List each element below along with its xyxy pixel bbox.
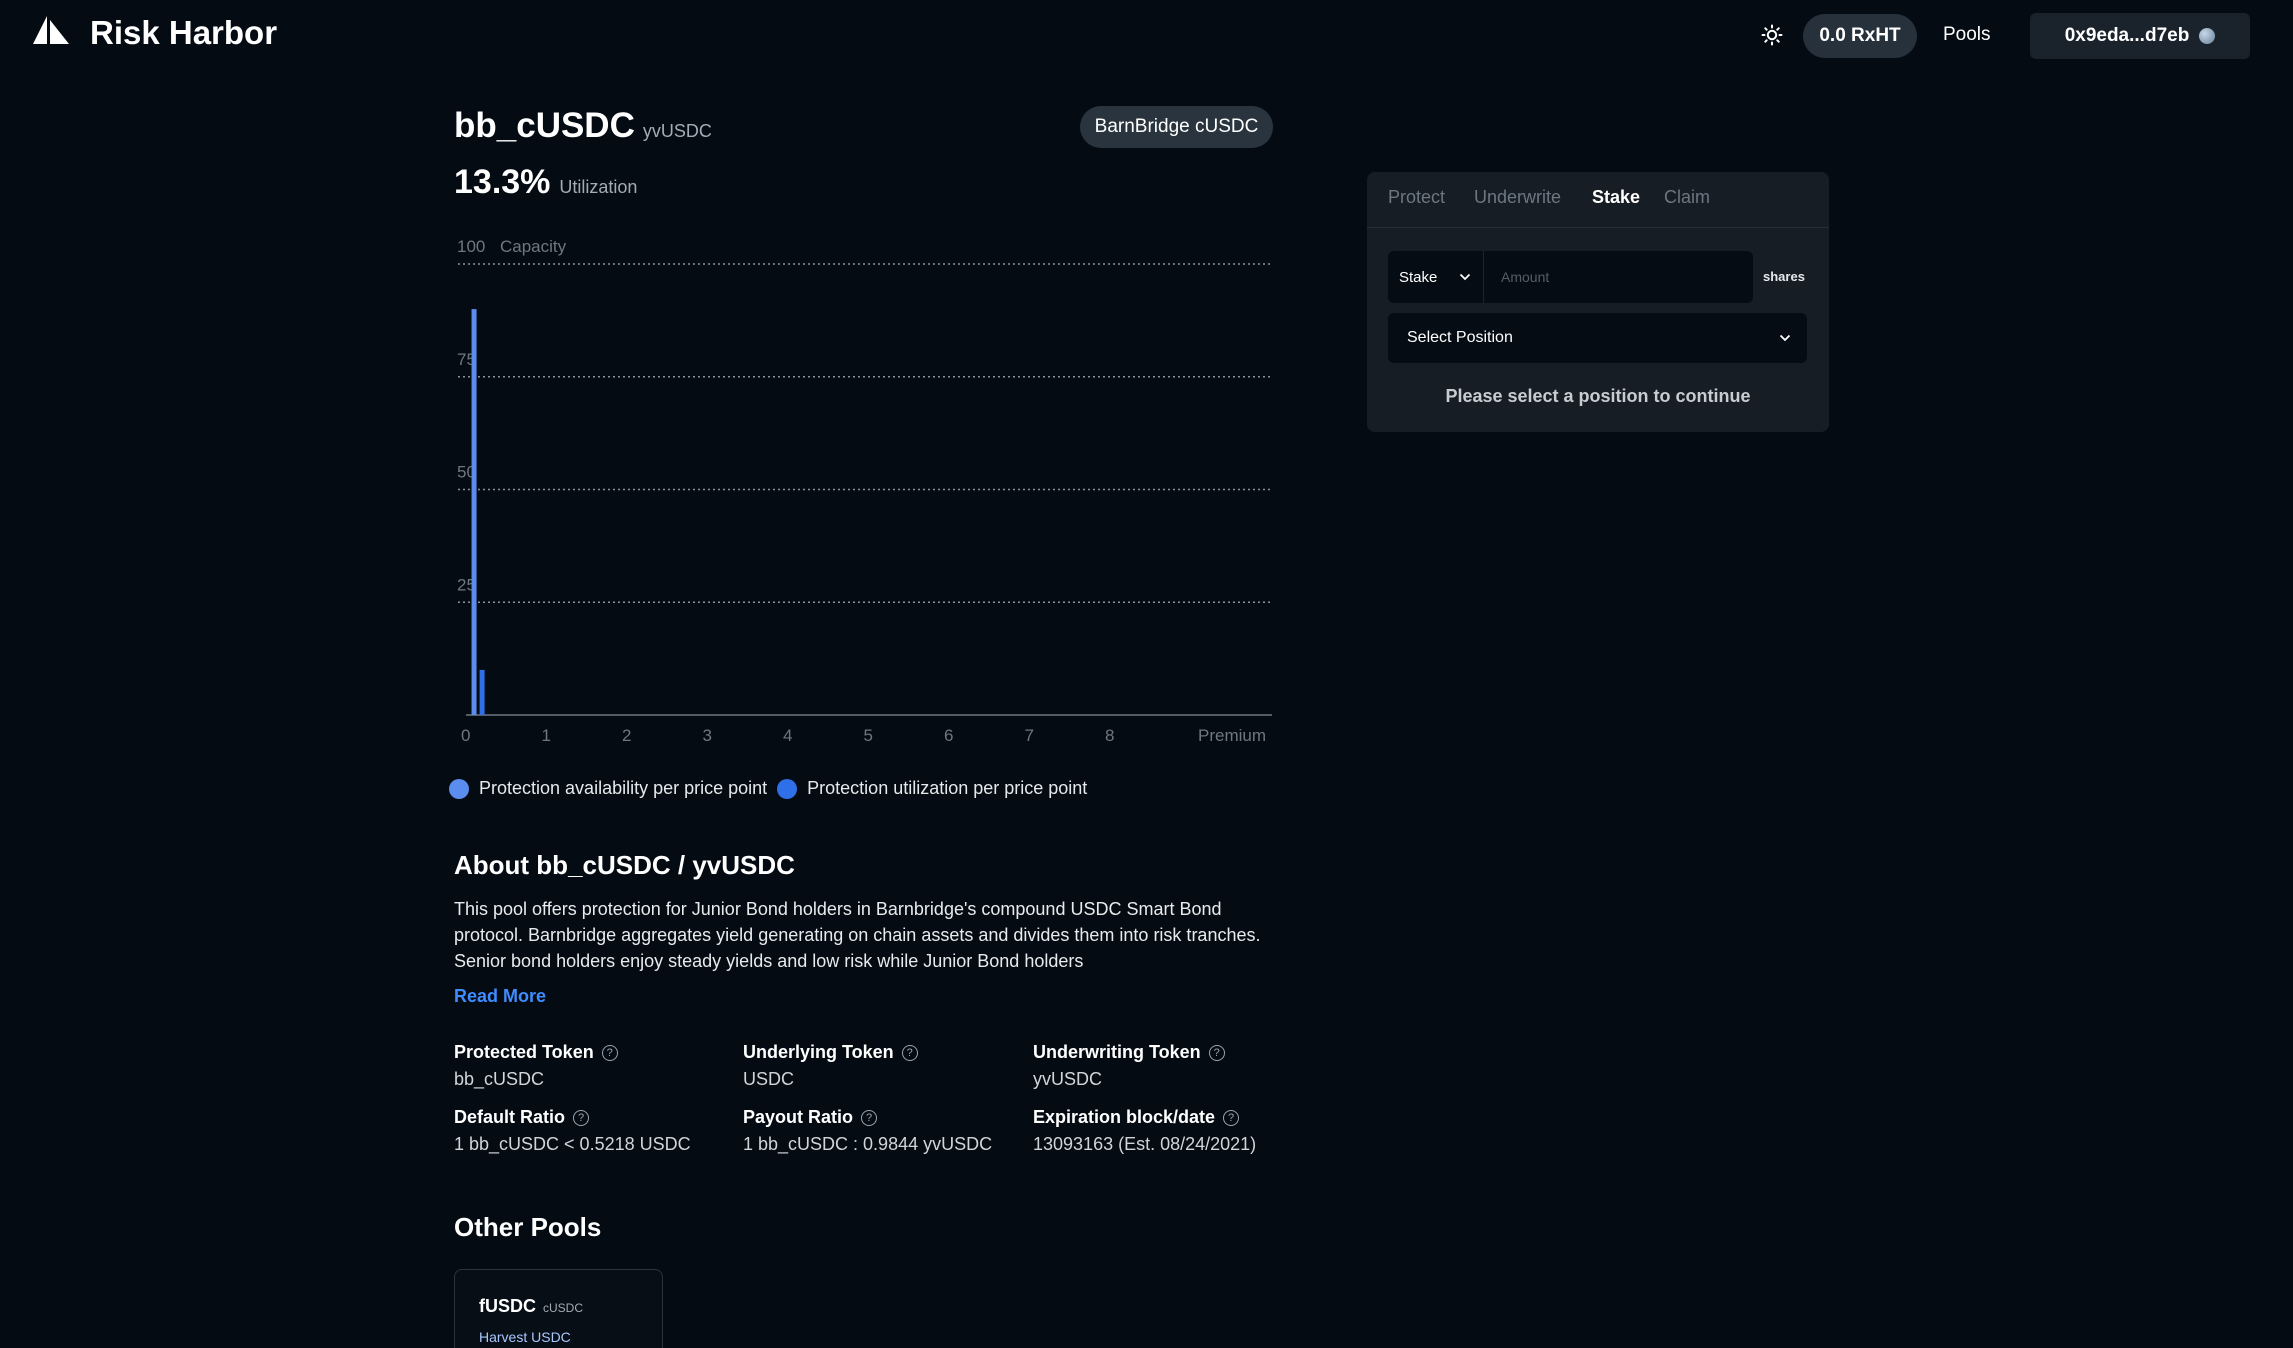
position-select[interactable]: Select Position	[1388, 313, 1807, 363]
expiration-label: Expiration block/date	[1033, 1107, 1216, 1127]
wallet-address: 0x9eda...d7eb	[2064, 25, 2190, 46]
x-tick-label: 4	[783, 726, 792, 745]
read-more-link[interactable]: Read More	[454, 986, 546, 1007]
utilization-dot-icon	[777, 778, 798, 799]
help-icon[interactable]: ?	[1223, 1109, 1240, 1126]
x-tick-label: 1	[542, 726, 551, 745]
x-axis-label: Premium	[1198, 726, 1266, 745]
tab-protect[interactable]: Protect	[1388, 187, 1445, 208]
tab-underwrite[interactable]: Underwrite	[1474, 187, 1561, 208]
pools-nav-link[interactable]: Pools	[1943, 24, 1991, 46]
wallet-avatar-icon	[2199, 28, 2216, 44]
underlying-token-value: USDC	[743, 1069, 795, 1089]
token-balance-button[interactable]: 0.0 RxHT	[1803, 14, 1917, 58]
chart-legend: Protection availability per price point …	[449, 778, 1097, 799]
payout-ratio-label: Payout Ratio	[743, 1107, 854, 1127]
protocol-badge: BarnBridge cUSDC	[1080, 106, 1273, 148]
legend-label-availability: Protection availability per price point	[479, 778, 768, 798]
payout-ratio-info: Payout Ratio? 1 bb_cUSDC : 0.9844 yvUSDC	[743, 1107, 1033, 1155]
brand-name: Risk Harbor	[90, 14, 278, 51]
pool-card-token: fUSDC	[479, 1296, 536, 1316]
top-nav-bar: Risk Harbor 0.0 RxHT Pools 0x9eda...d7eb	[0, 0, 2293, 72]
tab-stake[interactable]: Stake	[1592, 187, 1640, 208]
underwriting-token-info: Underwriting Token? yvUSDC	[1033, 1042, 1323, 1090]
underlying-token-info: Underlying Token? USDC	[743, 1042, 1033, 1090]
theme-toggle-button[interactable]	[1758, 21, 1786, 49]
position-select-value: Select Position	[1407, 329, 1513, 346]
amount-input[interactable]	[1484, 251, 1753, 303]
pool-title: bb_cUSDC yvUSDC	[454, 106, 712, 146]
x-tick-label: 2	[622, 726, 631, 745]
stake-input-row: Stake	[1388, 251, 1753, 303]
stake-action-select[interactable]: Stake	[1388, 251, 1484, 303]
x-tick-label: 0	[461, 726, 470, 745]
default-ratio-value: 1 bb_cUSDC < 0.5218 USDC	[454, 1134, 691, 1154]
sail-icon	[33, 16, 69, 44]
utilization-label: Utilization	[559, 177, 638, 197]
expiration-value: 13093163 (Est. 08/24/2021)	[1033, 1134, 1257, 1154]
pool-name: bb_cUSDC	[454, 106, 635, 145]
default-ratio-info: Default Ratio? 1 bb_cUSDC < 0.5218 USDC	[454, 1107, 744, 1155]
brand-logo[interactable]: Risk Harbor	[31, 14, 277, 51]
x-tick-label: 5	[864, 726, 873, 745]
x-tick-label: 6	[944, 726, 953, 745]
help-icon[interactable]: ?	[573, 1109, 590, 1126]
legend-item-utilization: Protection utilization per price point	[777, 778, 1087, 799]
action-tabs: Protect Underwrite Stake Claim	[1367, 172, 1829, 228]
legend-item-availability: Protection availability per price point	[449, 778, 767, 799]
help-icon[interactable]: ?	[601, 1044, 618, 1061]
action-panel: Protect Underwrite Stake Claim Stake sha…	[1367, 172, 1829, 432]
availability-bar	[471, 309, 477, 715]
x-tick-label: 3	[703, 726, 712, 745]
payout-ratio-value: 1 bb_cUSDC : 0.9844 yvUSDC	[743, 1134, 993, 1154]
help-icon[interactable]: ?	[901, 1044, 918, 1061]
protected-token-label: Protected Token	[454, 1042, 594, 1062]
shares-unit-label: shares	[1763, 269, 1805, 284]
about-description: This pool offers protection for Junior B…	[454, 899, 1261, 971]
underwriting-token-value: yvUSDC	[1033, 1069, 1103, 1089]
default-ratio-label: Default Ratio	[454, 1107, 566, 1127]
utilization-bar	[479, 669, 485, 715]
other-pools-title: Other Pools	[454, 1212, 602, 1242]
protected-token-info: Protected Token? bb_cUSDC	[454, 1042, 744, 1090]
help-icon[interactable]: ?	[861, 1109, 878, 1126]
capacity-chart: 100 75 50 25 Capacity 0 1 2 3 4 5 6 7 8 Premium	[450, 230, 1280, 750]
pool-card-name: fUSDC cUSDC	[479, 1296, 583, 1317]
help-icon[interactable]: ?	[1208, 1044, 1225, 1061]
about-title: About bb_cUSDC / yvUSDC	[454, 850, 795, 880]
pool-card-fusdc[interactable]: fUSDC cUSDC Harvest USDC	[454, 1269, 663, 1348]
underlying-token-label: Underlying Token	[743, 1042, 894, 1062]
legend-label-utilization: Protection utilization per price point	[807, 778, 1088, 798]
pool-card-protocol: Harvest USDC	[479, 1329, 571, 1345]
select-position-message: Please select a position to continue	[1445, 386, 1751, 406]
sun-icon	[1761, 24, 1783, 46]
y-axis-label: Capacity	[500, 237, 567, 256]
underwriting-token-label: Underwriting Token	[1033, 1042, 1201, 1062]
pool-card-symbol: cUSDC	[543, 1301, 584, 1315]
utilization-stat: 13.3% Utilization	[454, 163, 637, 202]
expiration-info: Expiration block/date? 13093163 (Est. 08…	[1033, 1107, 1323, 1155]
utilization-value: 13.3%	[454, 163, 551, 201]
tab-claim[interactable]: Claim	[1664, 187, 1710, 208]
x-tick-label: 8	[1105, 726, 1114, 745]
stake-action-value: Stake	[1399, 268, 1438, 286]
pool-underwriting-symbol: yvUSDC	[642, 121, 712, 141]
wallet-button[interactable]: 0x9eda...d7eb	[2030, 13, 2250, 59]
protected-token-value: bb_cUSDC	[454, 1069, 545, 1089]
y-tick-label: 100	[457, 237, 485, 256]
capacity-chart-svg: 100755025Capacity0 1 2 3 4 5 6 7 8 Premium	[457, 237, 1272, 745]
chevron-down-icon	[1459, 273, 1471, 281]
x-tick-label: 7	[1025, 726, 1034, 745]
chevron-down-icon	[1779, 334, 1791, 342]
availability-dot-icon	[449, 778, 469, 799]
